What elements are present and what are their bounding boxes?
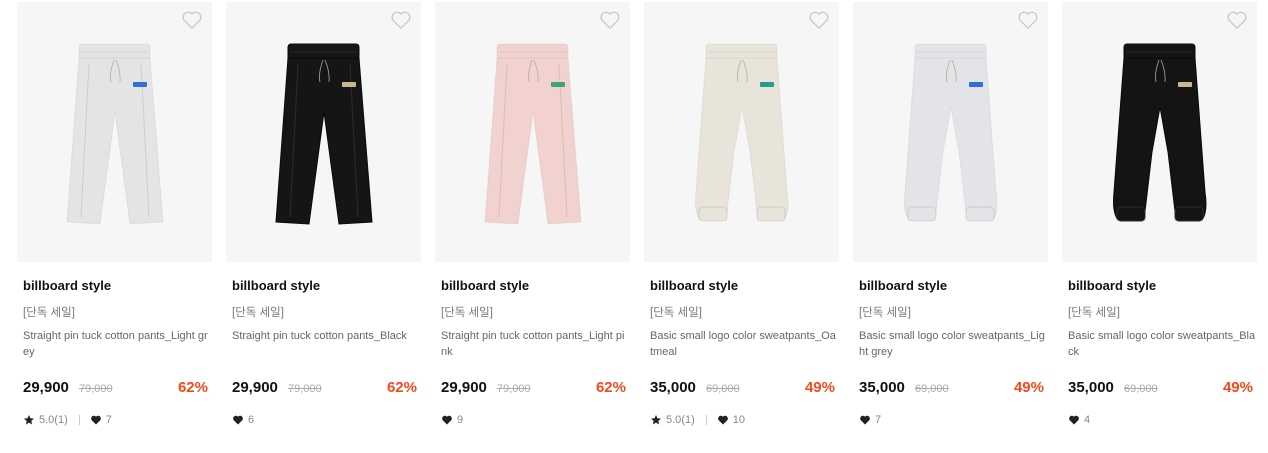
- heart-icon[interactable]: [1017, 10, 1039, 30]
- original-price: 69,000: [706, 383, 740, 395]
- heart-filled-icon: [232, 414, 244, 426]
- brand-name[interactable]: billboard style: [23, 278, 111, 293]
- product-name[interactable]: Straight pin tuck cotton pants_Light pin…: [441, 328, 629, 360]
- product-name[interactable]: Straight pin tuck cotton pants_Light gre…: [23, 328, 211, 360]
- sale-tag: [단독 세일]: [441, 307, 493, 319]
- product-card[interactable]: billboard style [단독 세일] Basic small logo…: [644, 2, 839, 426]
- product-thumbnail[interactable]: [644, 2, 839, 262]
- product-thumbnail[interactable]: [17, 2, 212, 262]
- sale-price: 35,000: [859, 379, 905, 396]
- product-thumbnail[interactable]: [1062, 2, 1257, 262]
- like-count: 6: [248, 414, 255, 426]
- heart-icon[interactable]: [390, 10, 412, 30]
- sale-tag: [단독 세일]: [232, 307, 284, 319]
- like-count: 7: [105, 414, 112, 426]
- product-thumbnail[interactable]: [853, 2, 1048, 262]
- like-count: 7: [875, 414, 882, 426]
- like-count: 4: [1084, 414, 1091, 426]
- product-image: [904, 43, 998, 222]
- product-card[interactable]: billboard style [단독 세일] Basic small logo…: [853, 2, 1048, 426]
- discount-rate: 62%: [595, 379, 626, 396]
- rating-text: 5.0(1): [39, 414, 68, 426]
- original-price: 79,000: [288, 383, 322, 395]
- product-name[interactable]: Basic small logo color sweatpants_Black: [1068, 328, 1256, 360]
- product-image: [484, 43, 582, 225]
- discount-rate: 49%: [1013, 379, 1044, 396]
- original-price: 69,000: [915, 383, 949, 395]
- product-thumbnail[interactable]: [435, 2, 630, 262]
- product-name[interactable]: Basic small logo color sweatpants_Oatmea…: [650, 328, 838, 360]
- discount-rate: 49%: [804, 379, 835, 396]
- product-image: [1113, 43, 1207, 222]
- heart-icon[interactable]: [181, 10, 203, 30]
- sale-tag: [단독 세일]: [650, 307, 702, 319]
- sale-price: 29,900: [441, 379, 487, 396]
- discount-rate: 49%: [1222, 379, 1253, 396]
- brand-name[interactable]: billboard style: [441, 278, 529, 293]
- brand-name[interactable]: billboard style: [650, 278, 738, 293]
- product-name[interactable]: Straight pin tuck cotton pants_Black: [232, 328, 420, 344]
- star-icon: [650, 414, 662, 426]
- sale-tag: [단독 세일]: [23, 307, 75, 319]
- rating-text: 5.0(1): [666, 414, 695, 426]
- star-icon: [23, 414, 35, 426]
- heart-filled-icon: [717, 414, 729, 426]
- heart-icon[interactable]: [599, 10, 621, 30]
- product-card[interactable]: billboard style [단독 세일] Basic small logo…: [1062, 2, 1257, 426]
- discount-rate: 62%: [386, 379, 417, 396]
- product-card[interactable]: billboard style [단독 세일] Straight pin tuc…: [226, 2, 421, 426]
- product-meta: 6: [232, 414, 254, 426]
- product-meta: 5.0(1) 7: [23, 414, 112, 426]
- product-thumbnail[interactable]: [226, 2, 421, 262]
- sale-tag: [단독 세일]: [859, 307, 911, 319]
- heart-icon[interactable]: [808, 10, 830, 30]
- brand-name[interactable]: billboard style: [1068, 278, 1156, 293]
- sale-price: 35,000: [1068, 379, 1114, 396]
- product-image: [66, 43, 164, 225]
- original-price: 79,000: [79, 383, 113, 395]
- discount-rate: 62%: [177, 379, 208, 396]
- brand-name[interactable]: billboard style: [859, 278, 947, 293]
- sale-tag: [단독 세일]: [1068, 307, 1120, 319]
- meta-divider: [78, 415, 80, 425]
- heart-icon[interactable]: [1226, 10, 1248, 30]
- heart-filled-icon: [859, 414, 871, 426]
- product-image: [275, 43, 373, 225]
- meta-divider: [705, 415, 707, 425]
- product-card[interactable]: billboard style [단독 세일] Straight pin tuc…: [435, 2, 630, 426]
- product-meta: 5.0(1) 10: [650, 414, 745, 426]
- like-count: 9: [457, 414, 464, 426]
- original-price: 69,000: [1124, 383, 1158, 395]
- product-grid: billboard style [단독 세일] Straight pin tuc…: [0, 0, 1268, 453]
- sale-price: 29,900: [232, 379, 278, 396]
- product-meta: 9: [441, 414, 463, 426]
- original-price: 79,000: [497, 383, 531, 395]
- product-card[interactable]: billboard style [단독 세일] Straight pin tuc…: [17, 2, 212, 426]
- product-meta: 4: [1068, 414, 1090, 426]
- product-image: [695, 43, 789, 222]
- like-count: 10: [732, 414, 745, 426]
- sale-price: 35,000: [650, 379, 696, 396]
- brand-name[interactable]: billboard style: [232, 278, 320, 293]
- product-name[interactable]: Basic small logo color sweatpants_Light …: [859, 328, 1047, 360]
- product-meta: 7: [859, 414, 881, 426]
- heart-filled-icon: [90, 414, 102, 426]
- sale-price: 29,900: [23, 379, 69, 396]
- heart-filled-icon: [1068, 414, 1080, 426]
- heart-filled-icon: [441, 414, 453, 426]
